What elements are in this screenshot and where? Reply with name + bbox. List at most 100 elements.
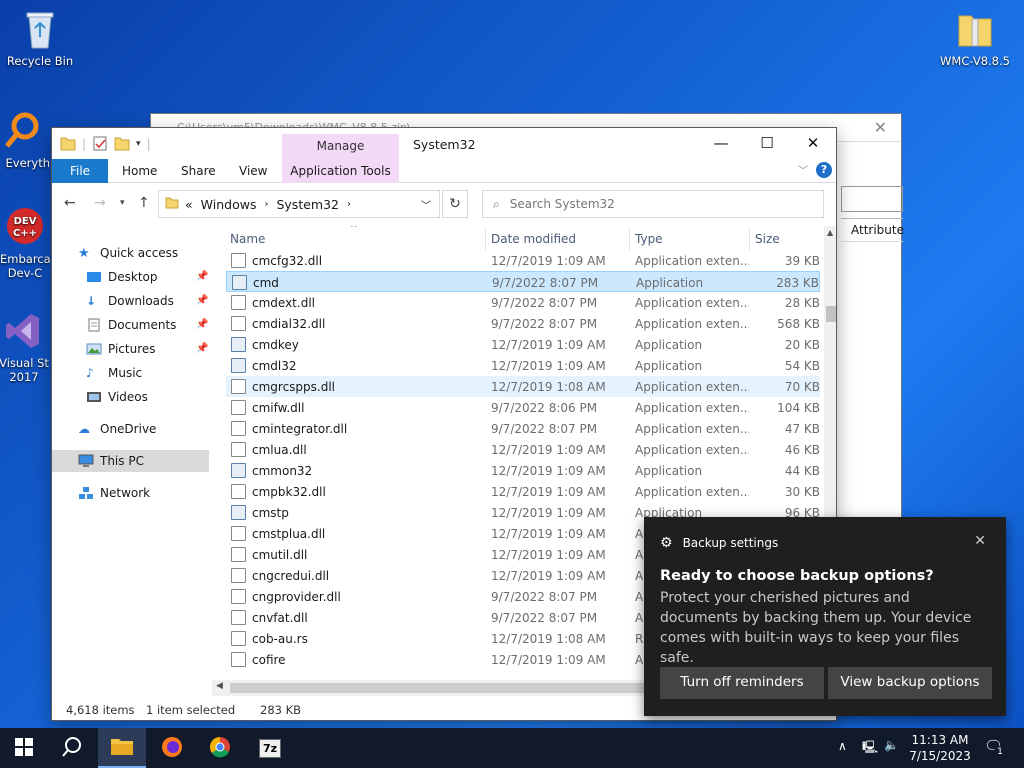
taskbar-chrome[interactable] bbox=[196, 728, 244, 768]
tab-share[interactable]: Share bbox=[181, 159, 216, 183]
expand-ribbon-icon[interactable]: ﹀ bbox=[798, 162, 808, 177]
address-folder-icon bbox=[165, 196, 179, 212]
nav-network[interactable]: Network bbox=[78, 482, 150, 504]
volume-muted-icon[interactable]: 🔈 bbox=[884, 738, 899, 768]
column-name[interactable]: Name bbox=[230, 232, 265, 246]
nav-this-pc[interactable]: This PC bbox=[52, 450, 209, 472]
column-separator[interactable] bbox=[629, 228, 630, 250]
show-hidden-icons[interactable]: ∧ bbox=[838, 739, 847, 768]
back-arrow-icon[interactable]: ← bbox=[64, 195, 76, 211]
nav-quick-access[interactable]: ★ Quick access bbox=[78, 242, 178, 264]
address-dropdown-icon[interactable]: ﹀ bbox=[421, 197, 431, 212]
minimize-button[interactable]: — bbox=[698, 128, 744, 159]
taskbar-7zip[interactable]: 7z bbox=[246, 728, 294, 768]
file-name: cmlua.dll bbox=[252, 443, 307, 457]
refresh-button[interactable]: ↻ bbox=[442, 190, 468, 218]
view-backup-options-button[interactable]: View backup options bbox=[828, 667, 992, 699]
file-row[interactable]: cmdkey 12/7/2019 1:09 AM Application 20 KB bbox=[226, 334, 820, 355]
file-row[interactable]: cmintegrator.dll 9/7/2022 8:07 PM Applicat… bbox=[226, 418, 820, 439]
column-size[interactable]: Size bbox=[755, 232, 780, 246]
breadcrumb-windows[interactable]: Windows bbox=[201, 197, 257, 212]
column-type[interactable]: Type bbox=[635, 232, 663, 246]
navigation-pane: ★ Quick access Desktop 📌 ↓ Downloads 📌 Doc… bbox=[52, 226, 212, 686]
title-bar[interactable]: | ▾ | Manage System32 — ☐ ✕ bbox=[52, 128, 836, 159]
dll-file-icon bbox=[231, 253, 246, 268]
breadcrumb-chevron-icon[interactable]: › bbox=[264, 199, 268, 210]
breadcrumb-system32[interactable]: System32 bbox=[276, 197, 339, 212]
nav-desktop[interactable]: Desktop bbox=[86, 266, 158, 288]
desktop-icon-wmc[interactable]: WMC-V8.8.5 bbox=[935, 8, 1015, 68]
breadcrumb-chevron-icon[interactable]: › bbox=[347, 199, 351, 210]
desktop-icon-recycle-bin[interactable]: Recycle Bin bbox=[0, 8, 80, 68]
action-center-button[interactable]: 🗨 1 bbox=[984, 737, 1006, 768]
nav-documents[interactable]: Documents bbox=[86, 314, 176, 336]
file-row[interactable]: cmdl32 12/7/2019 1:09 AM Application 54 KB bbox=[226, 355, 820, 376]
up-arrow-icon[interactable]: ↑ bbox=[138, 195, 150, 211]
vertical-scroll-thumb[interactable] bbox=[826, 306, 836, 322]
recent-locations-icon[interactable]: ▾ bbox=[120, 198, 125, 208]
tab-home[interactable]: Home bbox=[122, 159, 157, 183]
desktop-icon-visual-studio[interactable]: Visual St 2017 bbox=[0, 310, 58, 384]
close-button[interactable]: ✕ bbox=[790, 128, 836, 159]
file-type: Application exten... bbox=[635, 443, 749, 457]
help-icon[interactable]: ? bbox=[816, 162, 832, 178]
column-separator[interactable] bbox=[749, 228, 750, 250]
pin-icon[interactable]: 📌 bbox=[196, 271, 208, 282]
search-input[interactable]: ⌕ Search System32 bbox=[482, 190, 824, 218]
pin-icon[interactable]: 📌 bbox=[196, 343, 208, 354]
start-button[interactable] bbox=[0, 728, 48, 768]
clock[interactable]: 11:13 AM 7/15/2023 bbox=[908, 732, 972, 764]
tab-view[interactable]: View bbox=[239, 159, 267, 183]
column-separator[interactable] bbox=[485, 228, 486, 250]
dll-file-icon bbox=[231, 400, 246, 415]
status-item-count: 4,618 items bbox=[66, 703, 135, 717]
forward-arrow-icon[interactable]: → bbox=[94, 195, 106, 211]
horizontal-scroll-thumb[interactable] bbox=[230, 683, 660, 693]
nav-music[interactable]: ♪ Music bbox=[86, 362, 142, 384]
nav-onedrive[interactable]: ☁ OneDrive bbox=[78, 418, 156, 440]
file-size: 28 KB bbox=[784, 296, 820, 310]
turn-off-reminders-button[interactable]: Turn off reminders bbox=[660, 667, 824, 699]
file-row[interactable]: cmcfg32.dll 12/7/2019 1:09 AM Application … bbox=[226, 250, 820, 271]
new-folder-icon[interactable] bbox=[114, 136, 130, 151]
column-date-modified[interactable]: Date modified bbox=[491, 232, 576, 246]
backup-notification-toast[interactable]: ⚙ Backup settings ✕ Ready to choose back… bbox=[644, 517, 1006, 716]
nav-downloads[interactable]: ↓ Downloads bbox=[86, 290, 174, 312]
file-name: cmpbk32.dll bbox=[252, 485, 326, 499]
taskbar-file-explorer[interactable] bbox=[98, 728, 146, 768]
file-row[interactable]: cmdial32.dll 9/7/2022 8:07 PM Application … bbox=[226, 313, 820, 334]
maximize-button[interactable]: ☐ bbox=[744, 128, 790, 159]
scroll-up-icon[interactable]: ▲ bbox=[827, 228, 833, 237]
scroll-left-icon[interactable]: ◀ bbox=[216, 681, 223, 691]
properties-icon[interactable] bbox=[92, 136, 108, 151]
background-dropdown[interactable] bbox=[841, 186, 903, 212]
search-button[interactable] bbox=[48, 728, 96, 768]
file-row[interactable]: cmgrcspps.dll 12/7/2019 1:08 AM Applicatio… bbox=[226, 376, 820, 397]
nav-pictures[interactable]: Pictures bbox=[86, 338, 156, 360]
file-row[interactable]: cmlua.dll 12/7/2019 1:09 AM Application ex… bbox=[226, 439, 820, 460]
file-type: Application exten... bbox=[635, 254, 749, 268]
visual-studio-icon bbox=[3, 310, 43, 352]
tab-manage[interactable]: Manage bbox=[282, 134, 399, 159]
file-row[interactable]: cmifw.dll 9/7/2022 8:06 PM Application ext… bbox=[226, 397, 820, 418]
dll-file-icon bbox=[231, 295, 246, 310]
file-row[interactable]: cmpbk32.dll 12/7/2019 1:09 AM Application … bbox=[226, 481, 820, 502]
tab-file[interactable]: File bbox=[52, 159, 108, 183]
breadcrumb-overflow[interactable]: « bbox=[185, 197, 193, 212]
customize-qat-icon[interactable]: ▾ bbox=[136, 139, 141, 149]
attribute-column-header[interactable]: Attribute bbox=[841, 218, 904, 242]
chrome-icon bbox=[209, 736, 231, 761]
background-close-icon[interactable]: ✕ bbox=[874, 118, 887, 137]
toast-close-icon[interactable]: ✕ bbox=[974, 533, 986, 549]
file-row[interactable]: cmd 9/7/2022 8:07 PM Application 283 KB bbox=[226, 271, 820, 292]
desktop-icon-everything[interactable]: Everyth bbox=[0, 110, 56, 170]
network-tray-icon[interactable]: 🖳 bbox=[862, 738, 878, 768]
taskbar-firefox[interactable] bbox=[148, 728, 196, 768]
tab-application-tools[interactable]: Application Tools bbox=[282, 159, 399, 183]
file-row[interactable]: cmdext.dll 9/7/2022 8:07 PM Application ex… bbox=[226, 292, 820, 313]
nav-videos[interactable]: Videos bbox=[86, 386, 148, 408]
pin-icon[interactable]: 📌 bbox=[196, 295, 208, 306]
file-row[interactable]: cmmon32 12/7/2019 1:09 AM Application 44 KB bbox=[226, 460, 820, 481]
address-bar[interactable]: « Windows › System32 › ﹀ bbox=[158, 190, 440, 218]
pin-icon[interactable]: 📌 bbox=[196, 319, 208, 330]
